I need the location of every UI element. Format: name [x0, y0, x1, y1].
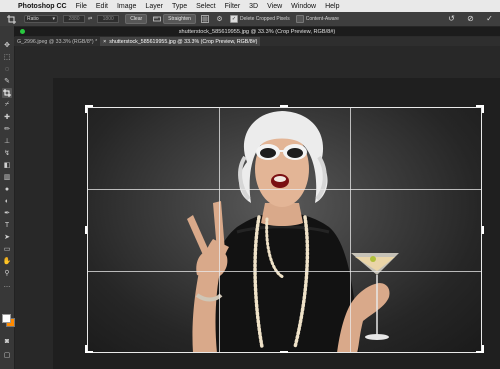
cancel-icon[interactable]: ⊘	[466, 14, 475, 23]
dodge-tool-icon[interactable]: ◐	[2, 196, 12, 206]
menu-layer[interactable]: Layer	[145, 3, 163, 10]
menu-window[interactable]: Window	[291, 3, 316, 10]
crop-handle-left[interactable]	[85, 226, 87, 234]
crop-handle-bottom-left[interactable]	[85, 345, 87, 353]
commit-checkmark-icon[interactable]: ✓	[485, 14, 494, 23]
options-bar: Ratio ▾ 2880 ⇄ 1800 Clear Straighten ⚙ ✓…	[0, 12, 500, 27]
tab-document-2-label: shutterstock_585619955.jpg @ 33.3% (Crop…	[109, 38, 258, 45]
tab-document-2[interactable]: × shutterstock_585619955.jpg @ 33.3% (Cr…	[100, 36, 261, 47]
delete-cropped-label: Delete Cropped Pixels	[239, 16, 290, 22]
menu-filter[interactable]: Filter	[225, 3, 241, 10]
thirds-grid-line	[350, 108, 351, 352]
crop-handle-top-right[interactable]	[482, 105, 484, 113]
menu-type[interactable]: Type	[172, 3, 187, 10]
checkmark-icon: ✓	[229, 15, 238, 23]
tools-panel: ✥ ⬚ ◌ ✎ ⌿ ✚ ✏ ⊥ ↯ ◧ ▥ ● ◐ ✒ T ➤ ▭ ✋ ⚲ … …	[0, 26, 15, 369]
delete-cropped-checkbox[interactable]: ✓ Delete Cropped Pixels	[229, 15, 290, 23]
menu-image[interactable]: Image	[117, 3, 136, 10]
crop-handle-top-left[interactable]	[85, 105, 87, 113]
tab-document-1-label: G_2996.jpeg @ 33.3% (RGB/8*) *	[17, 38, 98, 45]
crop-width-input[interactable]: 2880	[63, 15, 85, 23]
pen-tool-icon[interactable]: ✒	[2, 208, 12, 218]
chevron-down-icon: ▾	[52, 16, 55, 22]
eyedropper-tool-icon[interactable]: ⌿	[2, 100, 12, 110]
gear-icon[interactable]: ⚙	[215, 15, 224, 24]
content-aware-label: Content-Aware	[305, 16, 339, 22]
hand-tool-icon[interactable]: ✋	[2, 256, 12, 266]
ratio-select[interactable]: Ratio ▾	[24, 15, 58, 23]
thirds-grid-line	[88, 189, 481, 190]
clear-button[interactable]: Clear	[125, 14, 148, 24]
close-icon[interactable]: ×	[103, 39, 106, 45]
crop-icon[interactable]	[4, 14, 18, 24]
quick-select-tool-icon[interactable]: ✎	[2, 76, 12, 86]
document-title: shutterstock_585619955.jpg @ 33.3% (Crop…	[178, 28, 336, 35]
screen-mode-icon[interactable]: ▢	[2, 350, 12, 360]
menu-3d[interactable]: 3D	[249, 3, 258, 10]
document-tabs: G_2996.jpeg @ 33.3% (RGB/8*) * × shutter…	[14, 36, 500, 47]
unchecked-box-icon	[295, 15, 304, 23]
straighten-button[interactable]: Straighten	[163, 14, 196, 24]
commit-controls: ↺ ⊘ ✓	[437, 14, 494, 23]
foreground-color-swatch[interactable]	[2, 314, 11, 323]
crop-handle-right[interactable]	[482, 226, 484, 234]
document-title-bar: shutterstock_585619955.jpg @ 33.3% (Crop…	[14, 27, 500, 36]
ratio-select-label: Ratio	[27, 16, 39, 22]
blur-tool-icon[interactable]: ●	[2, 184, 12, 194]
lasso-tool-icon[interactable]: ◌	[2, 64, 12, 74]
thirds-grid-line	[88, 271, 481, 272]
path-select-icon[interactable]: ➤	[2, 232, 12, 242]
grid-overlay-icon[interactable]	[201, 15, 210, 24]
undo-icon[interactable]: ↺	[447, 14, 456, 23]
history-brush-icon[interactable]: ↯	[2, 148, 12, 158]
clone-stamp-icon[interactable]: ⊥	[2, 136, 12, 146]
menu-view[interactable]: View	[267, 3, 282, 10]
crop-handle-top[interactable]	[280, 105, 288, 107]
menu-app-name[interactable]: Photoshop CC	[18, 3, 67, 10]
marquee-tool-icon[interactable]: ⬚	[2, 52, 12, 62]
crop-handle-bottom[interactable]	[280, 351, 288, 353]
tab-document-1[interactable]: G_2996.jpeg @ 33.3% (RGB/8*) *	[14, 37, 100, 47]
healing-brush-icon[interactable]: ✚	[2, 112, 12, 122]
straighten-icon[interactable]	[152, 15, 161, 24]
swap-icon[interactable]: ⇄	[88, 16, 92, 22]
brush-tool-icon[interactable]: ✏	[2, 124, 12, 134]
crop-bounding-box[interactable]	[87, 107, 482, 353]
crop-handle-bottom-right[interactable]	[482, 345, 484, 353]
type-tool-icon[interactable]: T	[2, 220, 12, 230]
crop-height-input[interactable]: 1800	[97, 15, 120, 23]
thirds-grid-line	[219, 108, 220, 352]
rectangle-tool-icon[interactable]: ▭	[2, 244, 12, 254]
menu-file[interactable]: File	[76, 3, 87, 10]
menu-select[interactable]: Select	[196, 3, 215, 10]
crop-tool-icon[interactable]	[2, 88, 12, 98]
menu-edit[interactable]: Edit	[96, 3, 108, 10]
move-tool-icon[interactable]: ✥	[2, 40, 12, 50]
zoom-tool-icon[interactable]: ⚲	[2, 268, 12, 278]
menu-bar: Photoshop CC File Edit Image Layer Type …	[0, 0, 500, 12]
quick-mask-icon[interactable]: ◙	[2, 336, 12, 346]
content-aware-checkbox[interactable]: Content-Aware	[295, 15, 339, 23]
window-zoom-button[interactable]	[20, 29, 25, 34]
menu-help[interactable]: Help	[325, 3, 339, 10]
more-tools-icon[interactable]: …	[2, 280, 12, 290]
gradient-tool-icon[interactable]: ▥	[2, 172, 12, 182]
eraser-tool-icon[interactable]: ◧	[2, 160, 12, 170]
